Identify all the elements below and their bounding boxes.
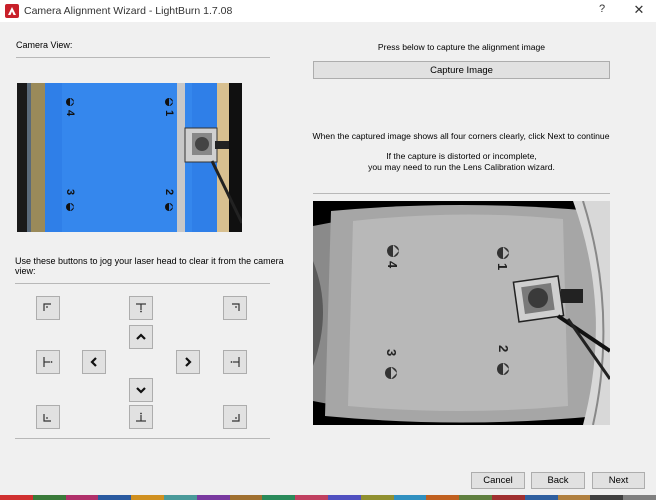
camera-feed-image: 4 1 3 2 bbox=[17, 83, 242, 232]
captured-image-view: 4 1 3 2 bbox=[313, 201, 610, 425]
chevron-up-icon bbox=[136, 333, 146, 340]
taskbar-segment bbox=[98, 495, 132, 500]
chevron-down-icon bbox=[136, 387, 146, 394]
taskbar-segment bbox=[459, 495, 492, 500]
divider bbox=[15, 283, 270, 284]
divider bbox=[313, 193, 610, 194]
taskbar-segment bbox=[65, 495, 99, 500]
corner-top-right-icon bbox=[232, 303, 240, 311]
divider bbox=[15, 438, 270, 439]
taskbar-segment bbox=[327, 495, 361, 500]
corner-bottom-right-icon bbox=[232, 414, 240, 422]
next-button[interactable]: Next bbox=[592, 472, 645, 489]
window-title: Camera Alignment Wizard - LightBurn 1.7.… bbox=[24, 5, 233, 17]
jog-up-button[interactable] bbox=[129, 325, 153, 349]
corner-bottom-left-icon bbox=[43, 414, 51, 422]
taskbar-segment bbox=[590, 495, 624, 500]
camera-marker-4: 4 bbox=[64, 110, 76, 117]
jog-top-right-corner-button[interactable] bbox=[223, 296, 247, 320]
info-line-2: If the capture is distorted or incomplet… bbox=[386, 151, 537, 161]
jog-left-button[interactable] bbox=[82, 350, 106, 374]
help-button[interactable]: ? bbox=[592, 3, 612, 19]
taskbar-segment bbox=[163, 495, 197, 500]
captured-alignment-image: 4 1 3 2 bbox=[313, 201, 610, 425]
info-line-1: When the captured image shows all four c… bbox=[312, 131, 610, 141]
divider bbox=[16, 57, 270, 58]
jog-top-center-button[interactable] bbox=[129, 296, 153, 320]
taskbar-segment bbox=[623, 495, 656, 500]
capture-prompt: Press below to capture the alignment ima… bbox=[377, 42, 546, 52]
taskbar-strip bbox=[0, 495, 656, 500]
taskbar-segment bbox=[131, 495, 164, 500]
taskbar-segment bbox=[262, 495, 296, 500]
taskbar-segment bbox=[426, 495, 460, 500]
edge-left-icon bbox=[43, 357, 53, 367]
back-button[interactable]: Back bbox=[531, 472, 585, 489]
taskbar-segment bbox=[229, 495, 263, 500]
taskbar-segment bbox=[360, 495, 394, 500]
edge-top-icon bbox=[136, 303, 146, 313]
jog-bottom-center-button[interactable] bbox=[129, 405, 153, 429]
capture-marker-2: 2 bbox=[496, 345, 511, 352]
capture-marker-4: 4 bbox=[385, 261, 400, 269]
camera-marker-1: 1 bbox=[163, 110, 175, 116]
capture-marker-3: 3 bbox=[384, 349, 399, 356]
chevron-right-icon bbox=[185, 357, 192, 367]
cancel-button[interactable]: Cancel bbox=[471, 472, 525, 489]
chevron-left-icon bbox=[90, 357, 97, 367]
taskbar-segment bbox=[393, 495, 427, 500]
lightburn-app-icon bbox=[5, 4, 19, 18]
taskbar-segment bbox=[0, 495, 33, 500]
taskbar-segment bbox=[196, 495, 230, 500]
taskbar-segment bbox=[557, 495, 591, 500]
jog-left-edge-button[interactable] bbox=[36, 350, 60, 374]
edge-right-icon bbox=[230, 357, 240, 367]
edge-bottom-icon bbox=[136, 412, 146, 422]
taskbar-segment bbox=[491, 495, 525, 500]
jog-down-button[interactable] bbox=[129, 378, 153, 402]
jog-right-button[interactable] bbox=[176, 350, 200, 374]
jog-instructions-line2: view: bbox=[15, 266, 36, 276]
camera-marker-3: 3 bbox=[64, 189, 76, 195]
title-bar: Camera Alignment Wizard - LightBurn 1.7.… bbox=[0, 0, 656, 22]
info-line-3: you may need to run the Lens Calibration… bbox=[368, 162, 555, 172]
camera-live-view: 4 1 3 2 bbox=[17, 83, 242, 232]
jog-bottom-left-corner-button[interactable] bbox=[36, 405, 60, 429]
corner-top-left-icon bbox=[43, 303, 51, 311]
capture-marker-1: 1 bbox=[495, 263, 510, 270]
jog-bottom-right-corner-button[interactable] bbox=[223, 405, 247, 429]
taskbar-segment bbox=[295, 495, 328, 500]
capture-image-button[interactable]: Capture Image bbox=[313, 61, 610, 79]
taskbar-segment bbox=[32, 495, 66, 500]
camera-marker-2: 2 bbox=[163, 189, 175, 195]
camera-view-label: Camera View: bbox=[16, 40, 73, 50]
jog-top-left-corner-button[interactable] bbox=[36, 296, 60, 320]
close-button[interactable]: ✕ bbox=[628, 2, 650, 20]
jog-right-edge-button[interactable] bbox=[223, 350, 247, 374]
taskbar-segment bbox=[524, 495, 558, 500]
jog-instructions-line1: Use these buttons to jog your laser head… bbox=[15, 256, 284, 266]
